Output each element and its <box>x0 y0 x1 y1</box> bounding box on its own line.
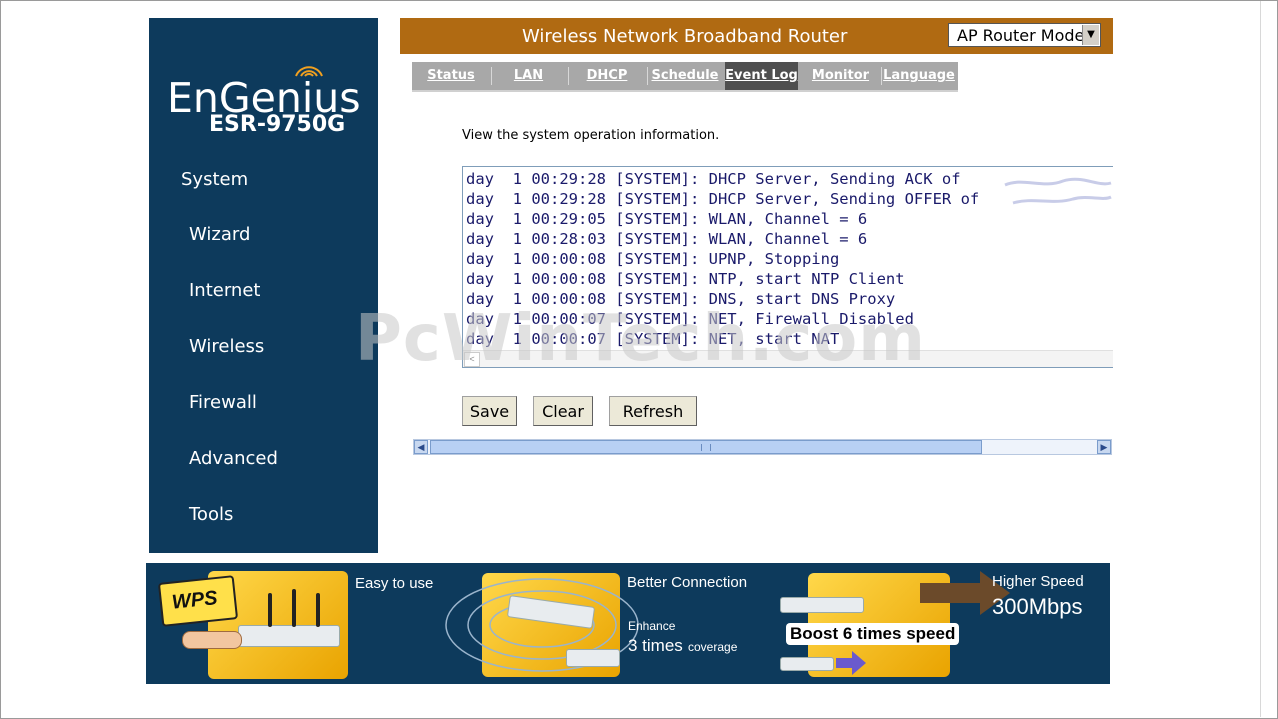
tab-monitor[interactable]: Monitor <box>802 62 879 90</box>
tab-status[interactable]: Status <box>412 62 490 90</box>
antenna <box>268 593 272 627</box>
boost-badge: Boost 6 times speed <box>786 623 960 645</box>
mode-select[interactable]: AP Router Mode ▼ <box>948 23 1101 47</box>
mode-select-value: AP Router Mode <box>957 26 1085 45</box>
scroll-left-arrow-icon[interactable]: ◀ <box>414 440 428 454</box>
page-horizontal-scrollbar[interactable]: ◀ ▶ <box>413 439 1112 455</box>
scrollbar-thumb[interactable] <box>430 440 982 454</box>
watermark: PcWinTech.com <box>355 302 926 376</box>
tab-language[interactable]: Language <box>882 62 956 90</box>
sidebar: EnGenius ESR-9750G System Wizard Interne… <box>149 18 378 553</box>
banner-easy-text: Easy to use <box>355 575 434 592</box>
refresh-button[interactable]: Refresh <box>609 396 697 426</box>
log-line: day 1 00:29:28 [SYSTEM]: DHCP Server, Se… <box>466 190 980 208</box>
log-line: day 1 00:00:08 [SYSTEM]: NTP, start NTP … <box>466 270 905 288</box>
window-vertical-scrollbar[interactable] <box>1260 1 1277 717</box>
redaction-scribble <box>1004 177 1112 205</box>
page-title: Wireless Network Broadband Router <box>522 26 848 47</box>
wps-badge: WPS <box>157 575 239 627</box>
banner-higher-text: Higher Speed <box>992 573 1084 590</box>
promo-banner: WPS Easy to use Better Connection Enhanc… <box>146 563 1110 684</box>
banner-better-text: Better Connection <box>627 574 748 591</box>
page-description: View the system operation information. <box>462 128 720 143</box>
tab-schedule[interactable]: Schedule <box>648 62 722 90</box>
log-line: day 1 00:29:28 [SYSTEM]: DHCP Server, Se… <box>466 170 961 188</box>
hand-icon <box>182 631 242 649</box>
arrow-right-icon <box>836 651 866 675</box>
banner-coverage-text: coverage <box>688 640 738 654</box>
tab-bar: Status LAN DHCP Schedule Event Log Monit… <box>412 62 958 92</box>
save-button[interactable]: Save <box>462 396 517 426</box>
router-image <box>238 625 340 647</box>
antenna <box>292 589 296 627</box>
clear-button[interactable]: Clear <box>533 396 593 426</box>
header-bar: Wireless Network Broadband Router AP Rou… <box>400 18 1113 54</box>
sidebar-item-wireless[interactable]: Wireless <box>189 336 264 357</box>
antenna <box>316 593 320 627</box>
log-line: day 1 00:29:05 [SYSTEM]: WLAN, Channel =… <box>466 210 868 228</box>
grip-icon <box>701 444 711 451</box>
model-name: ESR-9750G <box>209 112 346 137</box>
sidebar-item-firewall[interactable]: Firewall <box>189 392 257 413</box>
router-image <box>566 649 620 667</box>
wps-label: WPS <box>170 587 219 614</box>
banner-speed-text: 300Mbps <box>992 594 1083 619</box>
banner-enhance-text: Enhance <box>628 619 676 633</box>
router-image <box>780 597 864 613</box>
tab-event-log[interactable]: Event Log <box>725 62 798 90</box>
sidebar-item-system[interactable]: System <box>181 169 248 190</box>
sidebar-item-wizard[interactable]: Wizard <box>189 224 250 245</box>
banner-3times-text: 3 times <box>628 636 683 655</box>
chevron-down-icon[interactable]: ▼ <box>1082 25 1099 45</box>
router-image <box>780 657 834 671</box>
banner-boost-text: Boost 6 times speed <box>790 624 956 643</box>
tab-dhcp[interactable]: DHCP <box>569 62 645 90</box>
sidebar-item-internet[interactable]: Internet <box>189 280 260 301</box>
log-line: day 1 00:00:08 [SYSTEM]: UPNP, Stopping <box>466 250 840 268</box>
sidebar-item-advanced[interactable]: Advanced <box>189 448 278 469</box>
sidebar-item-tools[interactable]: Tools <box>189 504 233 525</box>
log-line: day 1 00:28:03 [SYSTEM]: WLAN, Channel =… <box>466 230 868 248</box>
tab-lan[interactable]: LAN <box>492 62 565 90</box>
scroll-right-arrow-icon[interactable]: ▶ <box>1097 440 1111 454</box>
